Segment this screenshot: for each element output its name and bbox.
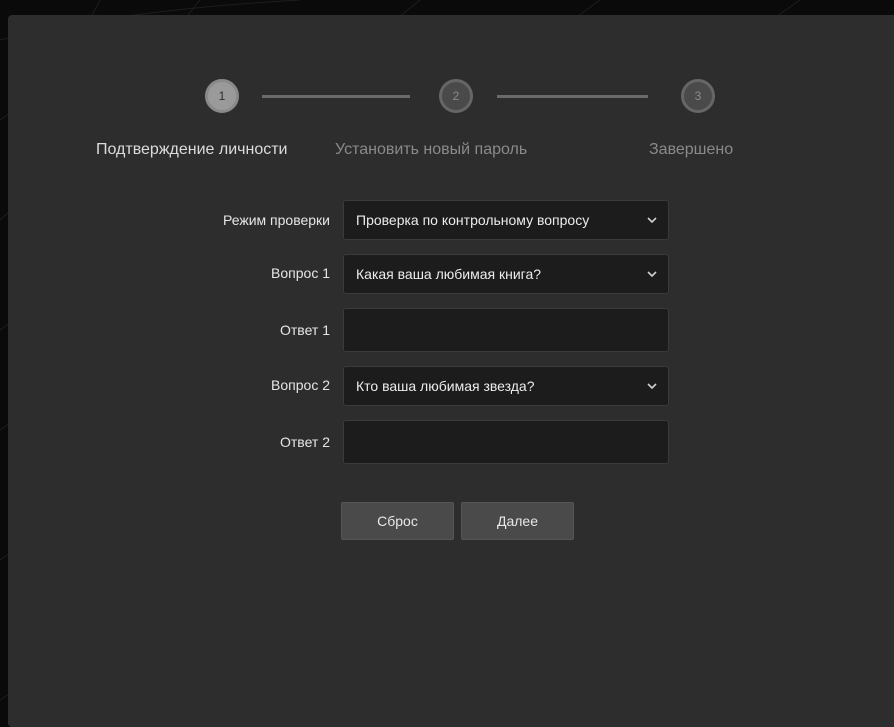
step-1-indicator: 1: [205, 79, 239, 113]
question-2-select[interactable]: Кто ваша любимая звезда?: [343, 366, 669, 406]
question-1-select[interactable]: Какая ваша любимая книга?: [343, 254, 669, 294]
question-1-value: Какая ваша любимая книга?: [356, 266, 542, 282]
verify-mode-label: Режим проверки: [222, 212, 330, 228]
step-3-indicator: 3: [681, 79, 715, 113]
step-2-indicator: 2: [439, 79, 473, 113]
chevron-down-icon: [647, 217, 657, 224]
question-2-value: Кто ваша любимая звезда?: [356, 378, 535, 394]
reset-button[interactable]: Сброс: [341, 502, 454, 540]
chevron-down-icon: [647, 383, 657, 390]
answer-1-input[interactable]: [343, 308, 669, 352]
question-1-label: Вопрос 1: [271, 265, 330, 281]
step-2-number: 2: [443, 83, 469, 109]
verify-mode-select[interactable]: Проверка по контрольному вопросу: [343, 200, 669, 240]
chevron-down-icon: [647, 271, 657, 278]
next-button[interactable]: Далее: [461, 502, 574, 540]
step-connector-2: [497, 95, 648, 98]
step-1-number: 1: [209, 83, 235, 109]
verify-mode-value: Проверка по контрольному вопросу: [356, 212, 590, 228]
answer-1-label: Ответ 1: [280, 322, 330, 338]
answer-2-label: Ответ 2: [280, 434, 330, 450]
question-2-label: Вопрос 2: [271, 377, 330, 393]
step-1-label: Подтверждение личности: [96, 141, 288, 158]
step-3-label: Завершено: [649, 141, 734, 158]
step-connector-1: [262, 95, 410, 98]
step-2-label: Установить новый пароль: [335, 141, 528, 158]
answer-2-input[interactable]: [343, 420, 669, 464]
step-3-number: 3: [685, 83, 711, 109]
